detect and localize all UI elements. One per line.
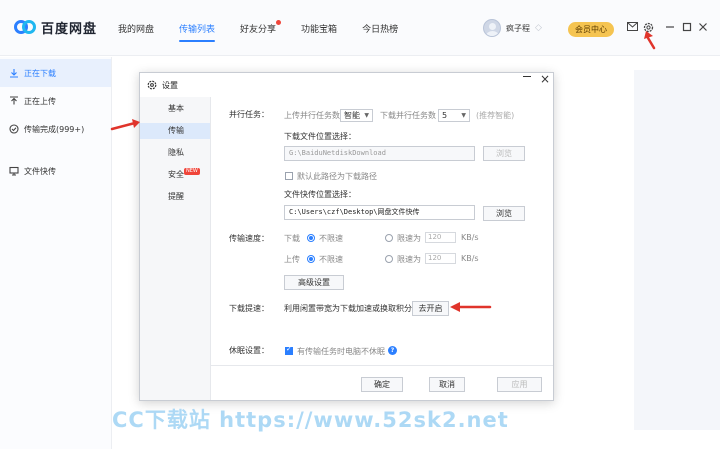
speed-section-label: 传输速度： <box>229 234 269 243</box>
upload-unlimited-radio[interactable] <box>307 255 315 263</box>
monitor-icon <box>9 166 19 176</box>
advanced-settings-button[interactable]: 高级设置 <box>284 275 344 290</box>
sidebar-item-label: 正在上传 <box>24 96 56 106</box>
main-nav: 我的网盘 传输列表 好友分享 功能宝箱 今日热榜 <box>118 20 423 42</box>
upload-limit-label: 限速为 <box>397 255 421 264</box>
upload-limit-unit: KB/s <box>461 254 479 263</box>
sidebar-item-downloading[interactable]: 正在下载 <box>0 59 111 87</box>
download-location-label: 下载文件位置选择： <box>284 132 356 141</box>
boost-description: 利用闲置带宽为下载加速或换取积分 <box>284 304 412 313</box>
settings-tab-security[interactable]: 安全 NEW <box>140 167 210 183</box>
nav-hot-list[interactable]: 今日热榜 <box>362 22 398 35</box>
settings-tab-reminder[interactable]: 提醒 <box>140 189 210 205</box>
baidu-cloud-logo-icon <box>14 17 36 37</box>
download-unlimited-label: 不限速 <box>319 234 343 243</box>
default-download-path-label: 默认此路径为下载路径 <box>297 172 377 181</box>
nav-transfer-list[interactable]: 传输列表 <box>179 22 216 42</box>
download-speed-label: 下载 <box>284 234 300 243</box>
sidebar: 正在下载 正在上传 传输完成(999+) 文件快传 <box>0 57 112 449</box>
settings-tab-security-label: 安全 <box>168 170 184 179</box>
download-icon <box>9 68 19 78</box>
right-panel <box>634 70 720 430</box>
settings-dialog: 设置 × 基本 传输 隐私 安全 NEW 提醒 并行任务： 上传并行任务数 智能… <box>139 72 554 401</box>
close-icon[interactable] <box>697 22 709 34</box>
download-limit-unit: KB/s <box>461 233 479 242</box>
settings-nav: 基本 传输 隐私 安全 NEW 提醒 <box>140 97 211 400</box>
apply-button[interactable]: 应用 <box>497 377 542 392</box>
upload-parallel-label: 上传并行任务数 <box>284 111 340 120</box>
download-browse-button[interactable]: 浏览 <box>483 146 525 161</box>
upload-parallel-select[interactable]: 智能 ▼ <box>340 109 373 122</box>
sidebar-item-completed[interactable]: 传输完成(999+) <box>0 115 111 143</box>
diamond-icon: ◇ <box>535 23 542 33</box>
dialog-footer-divider <box>211 365 553 366</box>
app-logo: 百度网盘 <box>14 17 97 37</box>
sidebar-item-label: 文件快传 <box>24 166 56 176</box>
gear-icon <box>147 80 157 90</box>
maximize-icon[interactable] <box>681 22 693 34</box>
sidebar-item-quick-transfer[interactable]: 文件快传 <box>0 157 111 185</box>
download-limit-label: 限速为 <box>397 234 421 243</box>
cancel-button[interactable]: 取消 <box>429 377 465 392</box>
help-icon[interactable]: ? <box>388 346 397 355</box>
annotation-arrow-icon <box>450 302 492 312</box>
annotation-arrow-icon <box>644 31 656 50</box>
download-limit-radio[interactable] <box>385 234 393 242</box>
download-limit-input[interactable]: 120 <box>425 232 456 243</box>
dialog-close-icon[interactable]: × <box>540 72 550 86</box>
minimize-icon[interactable] <box>664 22 676 34</box>
download-unlimited-radio[interactable] <box>307 234 315 242</box>
upload-limit-radio[interactable] <box>385 255 393 263</box>
top-bar: 百度网盘 我的网盘 传输列表 好友分享 功能宝箱 今日热榜 疯子程 ◇ 会员中心 <box>0 0 720 56</box>
default-download-path-checkbox[interactable] <box>285 172 293 180</box>
annotation-arrow-icon <box>110 119 140 131</box>
upload-speed-label: 上传 <box>284 255 300 264</box>
enable-boost-button[interactable]: 去开启 <box>412 301 449 316</box>
sidebar-item-label: 传输完成(999+) <box>24 124 85 134</box>
nav-friend-share-label: 好友分享 <box>240 25 277 35</box>
download-parallel-label: 下载并行任务数 <box>380 111 436 120</box>
chevron-down-icon: ▼ <box>461 112 466 119</box>
nav-friend-share[interactable]: 好友分享 <box>240 20 282 35</box>
notification-dot <box>276 20 282 25</box>
vip-center-button[interactable]: 会员中心 <box>568 22 614 37</box>
download-parallel-value: 5 <box>442 111 448 120</box>
boost-section-label: 下载提速： <box>229 304 269 313</box>
parallel-section-label: 并行任务： <box>229 110 269 119</box>
new-badge: NEW <box>184 168 200 175</box>
username: 疯子程 <box>506 23 530 33</box>
settings-tab-privacy[interactable]: 隐私 <box>140 145 210 161</box>
prevent-sleep-checkbox[interactable] <box>285 345 293 355</box>
chevron-down-icon: ▼ <box>364 112 369 119</box>
nav-toolbox[interactable]: 功能宝箱 <box>301 22 337 35</box>
sidebar-item-uploading[interactable]: 正在上传 <box>0 87 111 115</box>
user-profile[interactable]: 疯子程 ◇ <box>483 19 542 37</box>
sidebar-item-label: 正在下载 <box>24 68 56 78</box>
quick-transfer-path-field[interactable]: C:\Users\czf\Desktop\网盘文件快传 <box>284 205 475 220</box>
download-parallel-select[interactable]: 5 ▼ <box>438 109 470 122</box>
upload-unlimited-label: 不限速 <box>319 255 343 264</box>
watermark: CC下载站 https://www.52sk2.net <box>112 408 509 432</box>
nav-my-disk[interactable]: 我的网盘 <box>118 22 154 35</box>
sleep-section-label: 休眠设置： <box>229 346 269 355</box>
quick-transfer-location-label: 文件快传位置选择： <box>284 190 356 199</box>
upload-parallel-value: 智能 <box>344 111 360 120</box>
avatar[interactable] <box>483 19 501 37</box>
dialog-minimize-icon[interactable] <box>523 76 531 77</box>
settings-tab-transfer[interactable]: 传输 <box>140 123 210 139</box>
check-circle-icon <box>9 124 19 134</box>
dialog-header: 设置 × <box>140 72 553 97</box>
dialog-title: 设置 <box>162 81 178 90</box>
settings-tab-basic[interactable]: 基本 <box>140 101 210 117</box>
quick-transfer-browse-button[interactable]: 浏览 <box>483 206 525 221</box>
prevent-sleep-label: 有传输任务时电脑不休眠 <box>297 347 385 356</box>
ok-button[interactable]: 确定 <box>361 377 403 392</box>
mail-icon[interactable] <box>626 22 638 34</box>
upload-icon <box>9 96 19 106</box>
upload-limit-input[interactable]: 120 <box>425 253 456 264</box>
app-name: 百度网盘 <box>41 21 98 37</box>
download-path-field[interactable]: G:\BaiduNetdiskDownload <box>284 146 475 161</box>
parallel-hint: (推荐智能) <box>476 111 515 120</box>
